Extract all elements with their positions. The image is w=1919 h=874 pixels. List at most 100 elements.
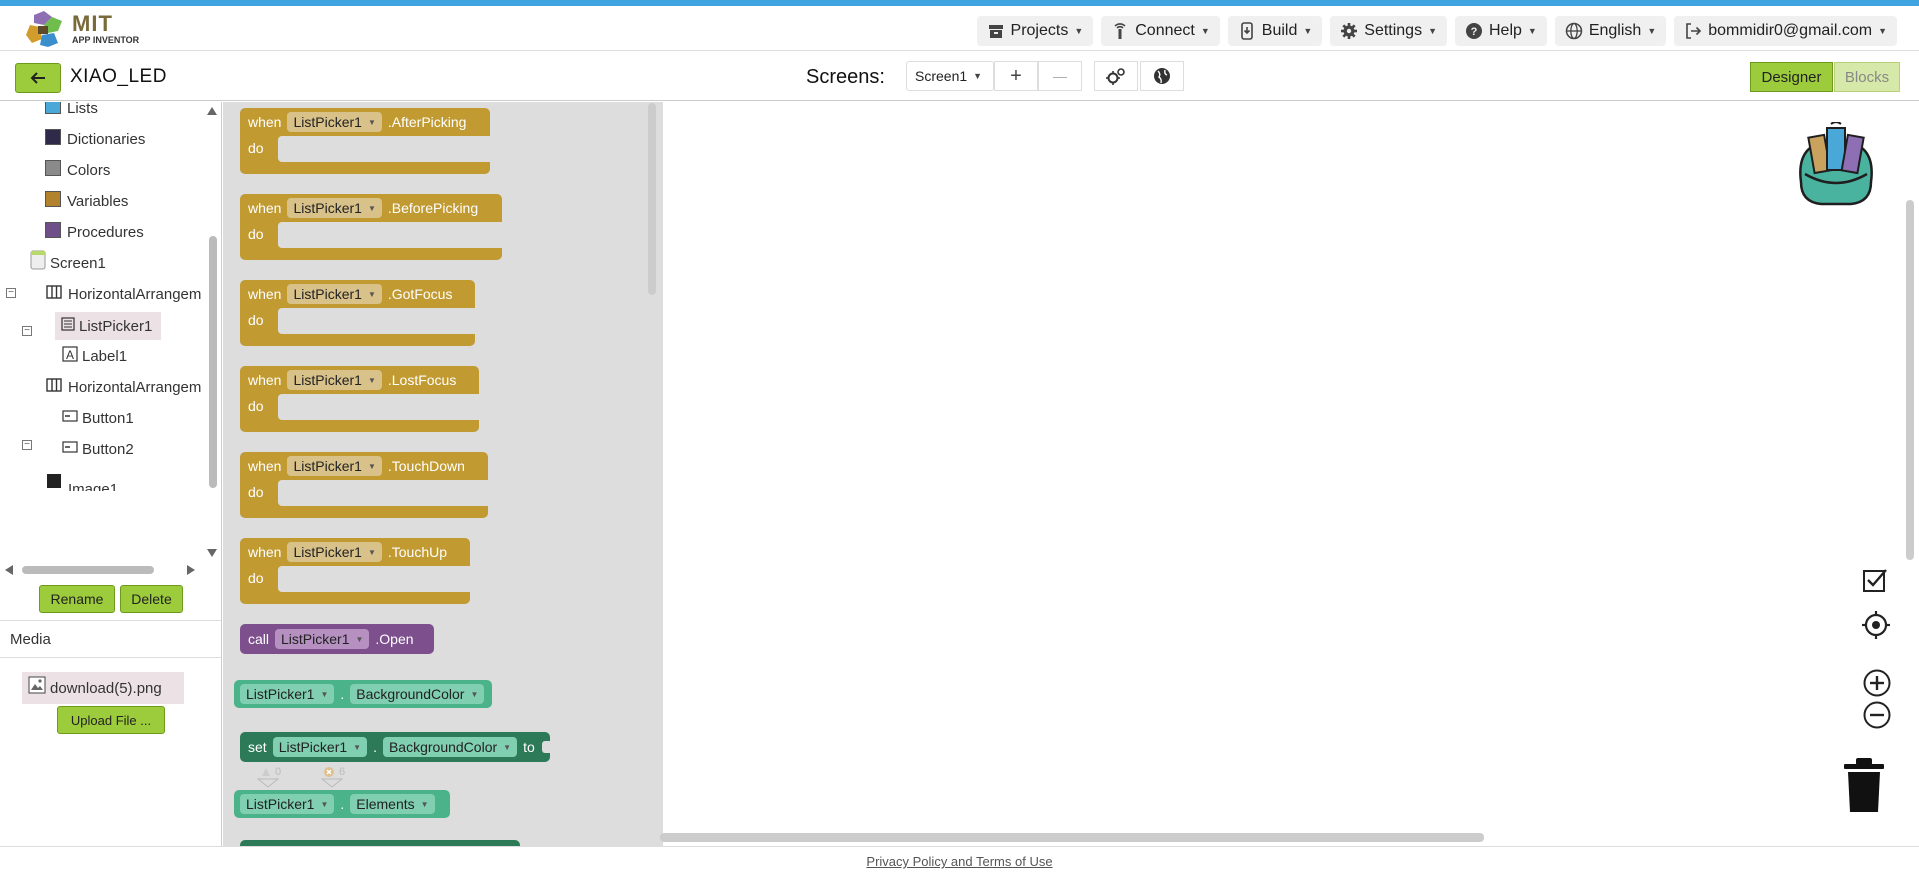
zoom-out-icon[interactable] xyxy=(1862,700,1892,730)
flyout-scrollbar[interactable] xyxy=(648,103,656,295)
collapse-toggle-icon[interactable]: − xyxy=(6,288,16,298)
archive-icon xyxy=(988,25,1003,38)
screen-selector[interactable]: Screen1 ▼ xyxy=(906,61,994,91)
projects-menu-label: Projects xyxy=(1010,22,1069,39)
workspace-horizontal-scrollbar[interactable] xyxy=(660,833,1484,842)
error-toggle-icon[interactable] xyxy=(321,778,343,788)
event-block-lostfocus[interactable]: when ListPicker1 ▼ .LostFocus do xyxy=(240,366,479,432)
warning-counter[interactable]: 0 xyxy=(261,766,281,778)
setter-backgroundcolor-block[interactable]: set ListPicker1 ▼ . BackgroundColor ▼ to xyxy=(240,732,550,762)
property-dropdown[interactable]: Elements ▼ xyxy=(350,794,435,814)
tree-item-label: Dictionaries xyxy=(67,131,146,148)
designer-button-label: Designer xyxy=(1761,68,1822,86)
button-icon xyxy=(62,409,78,422)
delete-button[interactable]: Delete xyxy=(120,585,183,613)
call-open-block[interactable]: call ListPicker1 ▼ .Open xyxy=(240,624,434,654)
component-dropdown[interactable]: ListPicker1 ▼ xyxy=(287,456,382,476)
component-dropdown[interactable]: ListPicker1 ▼ xyxy=(240,794,335,814)
component-dropdown[interactable]: ListPicker1 ▼ xyxy=(240,684,335,704)
projects-menu[interactable]: Projects ▼ xyxy=(976,16,1094,46)
tree-item-variables[interactable]: Variables xyxy=(45,190,128,210)
caret-down-icon: ▼ xyxy=(367,547,376,557)
help-menu[interactable]: ? Help ▼ xyxy=(1455,16,1547,46)
event-block-gotfocus[interactable]: when ListPicker1 ▼ .GotFocus do xyxy=(240,280,475,346)
component-dropdown[interactable]: ListPicker1 ▼ xyxy=(275,629,370,649)
cleanup-checklist-icon[interactable] xyxy=(1861,566,1889,594)
collapse-toggle-icon[interactable]: − xyxy=(22,326,32,336)
event-block-afterpicking[interactable]: when ListPicker1 ▼ .AfterPicking do xyxy=(240,108,490,174)
event-block-beforepicking[interactable]: when ListPicker1 ▼ .BeforePicking do xyxy=(240,194,502,260)
svg-text:?: ? xyxy=(1471,26,1478,38)
tree-item-horizontal-arrangement-1[interactable]: HorizontalArrangem xyxy=(46,284,201,303)
error-counter[interactable]: 6 xyxy=(323,766,345,778)
tree-item-label1[interactable]: A Label1 xyxy=(62,345,127,365)
build-menu[interactable]: Build ▼ xyxy=(1227,16,1323,46)
recenter-icon[interactable] xyxy=(1861,610,1891,640)
blocks-workspace[interactable] xyxy=(663,102,1919,846)
tree-item-horizontal-arrangement-2[interactable]: HorizontalArrangem xyxy=(46,377,201,396)
designer-button[interactable]: Designer xyxy=(1750,62,1833,92)
component-dropdown[interactable]: ListPicker1 ▼ xyxy=(272,737,368,757)
warning-toggle-icon[interactable] xyxy=(257,778,279,788)
getter-backgroundcolor-block[interactable]: ListPicker1 ▼ . BackgroundColor ▼ xyxy=(234,680,492,708)
privacy-policy-link[interactable]: Privacy Policy and Terms of Use xyxy=(866,854,1052,869)
tree-vertical-scrollbar[interactable] xyxy=(206,102,218,562)
tree-item-screen1[interactable]: Screen1 xyxy=(30,250,106,272)
property-dropdown[interactable]: BackgroundColor ▼ xyxy=(382,737,518,757)
tree-item-procedures[interactable]: Procedures xyxy=(45,221,144,241)
blocks-flyout: when ListPicker1 ▼ .AfterPicking do when … xyxy=(223,102,663,846)
getter-elements-block[interactable]: ListPicker1 ▼ . Elements ▼ xyxy=(234,790,450,818)
tree-item-image1[interactable]: Image1 xyxy=(46,471,118,491)
connect-menu[interactable]: Connect ▼ xyxy=(1101,16,1220,46)
project-properties-button[interactable] xyxy=(1094,61,1138,91)
caret-down-icon: ▼ xyxy=(1647,26,1657,36)
caret-down-icon: ▼ xyxy=(320,689,329,699)
event-block-touchup[interactable]: when ListPicker1 ▼ .TouchUp do xyxy=(240,538,470,604)
tree-horizontal-scrollbar[interactable] xyxy=(0,562,200,576)
gallery-button[interactable] xyxy=(1140,61,1184,91)
do-keyword: do xyxy=(248,398,264,414)
upload-file-button[interactable]: Upload File ... xyxy=(57,706,165,734)
account-menu[interactable]: bommidir0@gmail.com ▼ xyxy=(1674,16,1897,46)
tree-item-lists[interactable]: Lists xyxy=(45,102,98,117)
backpack-icon[interactable] xyxy=(1791,122,1881,208)
component-dropdown[interactable]: ListPicker1 ▼ xyxy=(287,198,382,218)
tree-item-label: Procedures xyxy=(67,224,144,241)
globe-icon xyxy=(1565,22,1583,40)
add-screen-button[interactable]: + xyxy=(994,61,1038,91)
component-dropdown[interactable]: ListPicker1 ▼ xyxy=(287,112,382,132)
back-button[interactable] xyxy=(15,63,61,93)
workspace-vertical-scrollbar[interactable] xyxy=(1906,200,1914,560)
media-file-item[interactable]: download(5).png xyxy=(22,672,184,704)
dot-separator: . xyxy=(340,686,345,702)
zoom-in-icon[interactable] xyxy=(1862,668,1892,698)
tree-item-dictionaries[interactable]: Dictionaries xyxy=(45,128,146,148)
screen-selector-value: Screen1 xyxy=(915,68,968,84)
tree-item-colors[interactable]: Colors xyxy=(45,159,110,179)
language-menu[interactable]: English ▼ xyxy=(1554,16,1667,46)
logout-icon xyxy=(1686,23,1702,39)
trash-icon[interactable] xyxy=(1840,754,1888,814)
settings-menu[interactable]: Settings ▼ xyxy=(1330,16,1447,46)
when-keyword: when xyxy=(248,372,282,388)
remove-screen-label: — xyxy=(1053,68,1067,84)
caret-down-icon: ▼ xyxy=(1878,26,1887,36)
remove-screen-button[interactable]: — xyxy=(1038,61,1082,91)
main-menu: Projects ▼ Connect ▼ Build ▼ Settings ▼ ? He… xyxy=(976,16,1897,46)
blocks-button[interactable]: Blocks xyxy=(1834,62,1900,92)
property-dropdown[interactable]: BackgroundColor ▼ xyxy=(350,684,485,704)
collapse-toggle-icon[interactable]: − xyxy=(22,440,32,450)
tree-scroll-thumb[interactable] xyxy=(209,236,217,488)
rename-button[interactable]: Rename xyxy=(39,585,115,613)
event-block-touchdown[interactable]: when ListPicker1 ▼ .TouchDown do xyxy=(240,452,488,518)
app-logo[interactable]: MIT APP INVENTOR xyxy=(24,10,139,48)
tree-item-button2[interactable]: Button2 xyxy=(62,440,134,458)
tree-item-button1[interactable]: Button1 xyxy=(62,409,134,427)
component-dropdown[interactable]: ListPicker1 ▼ xyxy=(287,370,382,390)
component-dropdown[interactable]: ListPicker1 ▼ xyxy=(287,284,382,304)
component-dropdown[interactable]: ListPicker1 ▼ xyxy=(287,542,382,562)
tree-item-listpicker1[interactable]: ListPicker1 xyxy=(55,312,161,340)
tree-hscroll-thumb[interactable] xyxy=(22,566,154,574)
arrow-left-icon xyxy=(30,72,45,84)
media-file-name: download(5).png xyxy=(50,679,162,697)
